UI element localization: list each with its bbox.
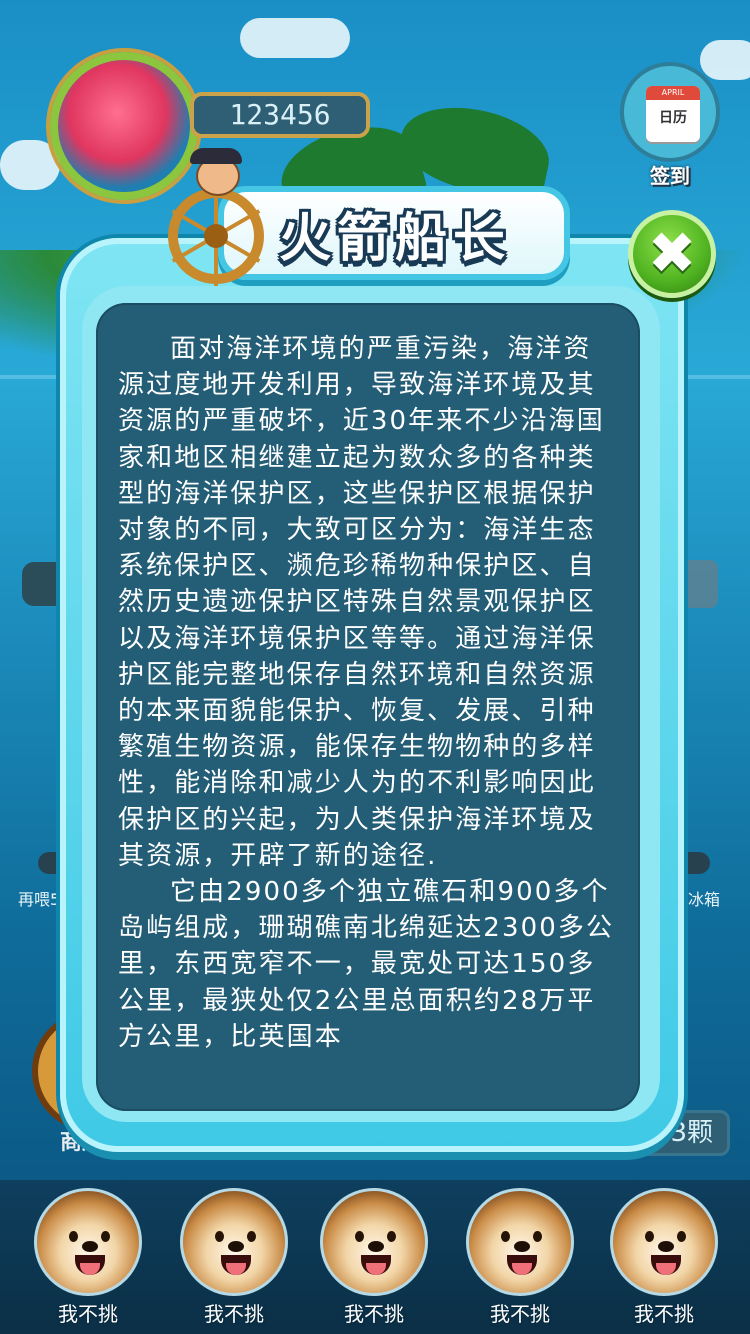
nose <box>368 1241 384 1252</box>
friend-avatar[interactable] <box>466 1188 574 1296</box>
captain-wheel-icon <box>168 148 268 286</box>
calendar-label: 日历 <box>659 110 687 126</box>
friend-name: 我不挑 <box>490 1302 550 1326</box>
dialog-paragraph: 面对海洋环境的严重污染，海洋资源过度地开发利用，导致海洋环境及其资源的严重破坏，… <box>118 334 605 871</box>
nose <box>658 1241 674 1252</box>
nose <box>228 1241 244 1252</box>
cloud <box>240 18 350 58</box>
cloud <box>0 140 60 190</box>
friend-avatar[interactable] <box>610 1188 718 1296</box>
friend-avatar[interactable] <box>34 1188 142 1296</box>
eye <box>677 1231 686 1242</box>
dialog-text-body: 面对海洋环境的严重污染，海洋资源过度地开发利用，导致海洋环境及其资源的严重破坏，… <box>118 331 618 1055</box>
calendar-icon[interactable]: APRIL 日历 <box>620 62 720 162</box>
score-display: 123456 <box>190 92 370 138</box>
friend-name: 我不挑 <box>204 1302 264 1326</box>
calendar-month: APRIL <box>646 86 700 100</box>
eye <box>387 1231 396 1242</box>
eye <box>247 1231 256 1242</box>
eye <box>101 1231 110 1242</box>
calendar-page: APRIL 日历 <box>646 86 700 142</box>
signin-label[interactable]: 签到 <box>640 160 700 189</box>
friend-avatar[interactable] <box>320 1188 428 1296</box>
score-value: 123456 <box>229 98 331 131</box>
dialog-title: 火箭船长 <box>278 209 511 269</box>
nose <box>514 1241 530 1252</box>
friend-name: 我不挑 <box>634 1302 694 1326</box>
dialog-text-panel[interactable]: 面对海洋环境的严重污染，海洋资源过度地开发利用，导致海洋环境及其资源的严重破坏，… <box>96 303 640 1111</box>
eye <box>501 1231 510 1242</box>
close-icon: ✖ <box>647 219 697 287</box>
dialog-paragraph: 它由2900多个独立礁石和900多个岛屿组成，珊瑚礁南北绵延达2300多公里，东… <box>118 877 615 1052</box>
captain-hat <box>190 148 242 164</box>
eye <box>645 1231 654 1242</box>
close-button[interactable]: ✖ <box>628 210 716 298</box>
friend-avatar[interactable] <box>180 1188 288 1296</box>
eye <box>533 1231 542 1242</box>
eye <box>355 1231 364 1242</box>
eye <box>69 1231 78 1242</box>
cloud <box>700 40 750 80</box>
nose <box>82 1241 98 1252</box>
eye <box>215 1231 224 1242</box>
friend-name: 我不挑 <box>58 1302 118 1326</box>
wheel-hub <box>204 224 228 248</box>
friend-name: 我不挑 <box>344 1302 404 1326</box>
